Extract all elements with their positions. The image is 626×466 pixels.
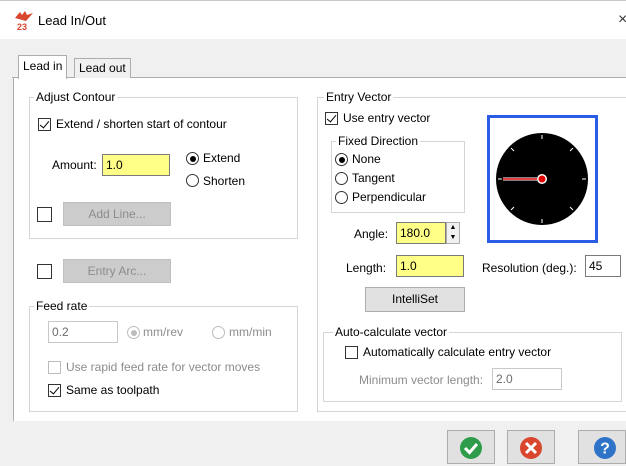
angle-spinner[interactable]: ▲ ▼ bbox=[446, 222, 460, 244]
auto-calculate-group bbox=[323, 332, 622, 402]
rapid-feed-label: Use rapid feed rate for vector moves bbox=[66, 360, 261, 374]
extend-shorten-checkbox[interactable] bbox=[38, 118, 51, 131]
angle-label: Angle: bbox=[354, 227, 389, 241]
add-line-button[interactable]: Add Line... bbox=[63, 202, 171, 226]
fixed-perpendicular-radio[interactable] bbox=[335, 191, 348, 204]
fixed-perpendicular-label: Perpendicular bbox=[352, 190, 427, 204]
cancel-button[interactable] bbox=[507, 430, 555, 464]
entry-arc-checkbox[interactable] bbox=[37, 264, 52, 279]
min-vector-length-label: Minimum vector length: bbox=[359, 373, 484, 387]
auto-calculate-label: Automatically calculate entry vector bbox=[363, 345, 552, 359]
use-entry-vector-label: Use entry vector bbox=[343, 111, 431, 125]
ok-icon bbox=[460, 437, 482, 459]
shorten-radio-label: Shorten bbox=[203, 174, 246, 188]
min-vector-length-input[interactable] bbox=[492, 368, 562, 390]
tab-lead-in[interactable]: Lead in bbox=[18, 55, 68, 79]
dial-graphic bbox=[490, 118, 595, 240]
adjust-contour-title: Adjust Contour bbox=[34, 90, 118, 104]
entry-vector-dial[interactable] bbox=[487, 115, 598, 243]
tab-lead-out[interactable]: Lead out bbox=[74, 58, 131, 78]
close-icon[interactable]: × bbox=[618, 11, 626, 29]
auto-calculate-checkbox[interactable] bbox=[345, 346, 358, 359]
mm-rev-label: mm/rev bbox=[143, 325, 183, 339]
same-as-toolpath-checkbox[interactable] bbox=[48, 384, 61, 397]
ok-button[interactable] bbox=[447, 430, 495, 464]
intelliset-button[interactable]: IntelliSet bbox=[365, 287, 465, 312]
fixed-none-label: None bbox=[352, 152, 381, 166]
add-line-checkbox[interactable] bbox=[37, 207, 52, 222]
resolution-input[interactable] bbox=[585, 255, 621, 277]
entry-arc-button[interactable]: Entry Arc... bbox=[63, 259, 171, 283]
window-title: Lead In/Out bbox=[38, 13, 106, 28]
amount-input[interactable] bbox=[102, 154, 170, 176]
mm-min-label: mm/min bbox=[229, 325, 272, 339]
spin-up-icon[interactable]: ▲ bbox=[447, 223, 459, 233]
extend-radio-label: Extend bbox=[203, 151, 241, 165]
feed-rate-input[interactable] bbox=[48, 321, 118, 343]
app-logo-icon: 23 bbox=[15, 11, 33, 31]
help-icon: ? bbox=[594, 437, 616, 459]
mm-min-radio[interactable] bbox=[212, 326, 225, 339]
extend-shorten-label: Extend / shorten start of contour bbox=[56, 117, 227, 131]
fixed-none-radio[interactable] bbox=[335, 153, 348, 166]
mm-rev-radio[interactable] bbox=[127, 326, 140, 339]
title-bar: 23 Lead In/Out × bbox=[0, 0, 626, 39]
svg-text:23: 23 bbox=[17, 22, 27, 31]
same-as-toolpath-label: Same as toolpath bbox=[66, 383, 160, 397]
feed-rate-title: Feed rate bbox=[34, 299, 90, 313]
entry-vector-title: Entry Vector bbox=[324, 90, 394, 104]
amount-label: Amount: bbox=[52, 158, 97, 172]
length-label: Length: bbox=[346, 261, 387, 275]
cancel-icon bbox=[520, 437, 542, 459]
angle-input[interactable] bbox=[396, 222, 446, 244]
shorten-radio[interactable] bbox=[186, 174, 199, 187]
fixed-tangent-label: Tangent bbox=[352, 171, 395, 185]
fixed-tangent-radio[interactable] bbox=[335, 172, 348, 185]
extend-radio[interactable] bbox=[186, 152, 199, 165]
rapid-feed-checkbox[interactable] bbox=[48, 361, 61, 374]
spin-down-icon[interactable]: ▼ bbox=[447, 233, 459, 243]
auto-calculate-title: Auto-calculate vector bbox=[333, 325, 450, 339]
help-button[interactable]: ? bbox=[578, 430, 626, 464]
svg-text:?: ? bbox=[600, 441, 610, 458]
use-entry-vector-checkbox[interactable] bbox=[325, 112, 338, 125]
fixed-direction-title: Fixed Direction bbox=[336, 134, 421, 148]
length-input[interactable] bbox=[396, 255, 464, 277]
resolution-label: Resolution (deg.): bbox=[482, 261, 577, 275]
